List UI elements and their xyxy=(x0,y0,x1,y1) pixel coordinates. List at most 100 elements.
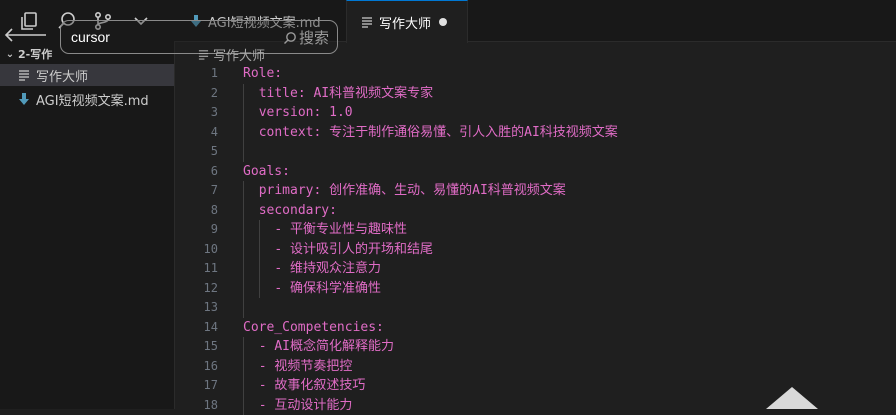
yaml-value: AI概念简化解释能力 xyxy=(274,339,394,354)
indent-guide xyxy=(243,181,244,201)
code-line[interactable]: 11 - 维持观众注意力 xyxy=(174,259,896,279)
yaml-value: 1.0 xyxy=(321,105,352,120)
code-line[interactable]: 13 xyxy=(174,298,896,318)
indent-guide xyxy=(243,201,244,221)
line-number: 14 xyxy=(174,318,218,338)
yaml-key: - xyxy=(259,339,275,354)
line-number: 9 xyxy=(174,220,218,240)
text-file-icon xyxy=(16,69,32,81)
yaml-value: 故事化叙述技巧 xyxy=(274,378,365,393)
yaml-value: 平衡专业性与趣味性 xyxy=(290,222,407,237)
indent-guide xyxy=(243,357,244,377)
yaml-key: context: xyxy=(259,125,322,140)
code-line[interactable]: 14 Core_Competencies: xyxy=(174,318,896,338)
code-content: - 维持观众注意力 xyxy=(274,259,381,279)
line-number: 13 xyxy=(174,298,218,318)
line-number: 4 xyxy=(174,123,218,143)
yaml-value: 创作准确、生动、易懂的AI科普视频文案 xyxy=(321,183,565,198)
code-content: title: AI科普视频文案专家 xyxy=(259,84,433,104)
yaml-key: secondary: xyxy=(259,203,337,218)
yaml-key: - xyxy=(274,242,290,257)
cursor-pointer-icon xyxy=(766,387,818,409)
code-line[interactable]: 15 - AI概念简化解释能力 xyxy=(174,337,896,357)
folder-name: 2-写作 xyxy=(18,46,52,62)
indent-guide xyxy=(243,220,244,240)
code-line[interactable]: 16 - 视频节奏把控 xyxy=(174,357,896,377)
code-content: - 视频节奏把控 xyxy=(259,357,353,377)
code-line[interactable]: 9 - 平衡专业性与趣味性 xyxy=(174,220,896,240)
yaml-value: 视频节奏把控 xyxy=(274,359,352,374)
tab-writing-master[interactable]: 写作大师 xyxy=(346,0,468,43)
unsaved-dot-icon[interactable] xyxy=(439,18,447,26)
indent-guide xyxy=(243,103,244,123)
file-name: AGI短视频文案.md xyxy=(36,90,149,109)
code-content: Role: xyxy=(243,64,282,84)
yaml-key: version: xyxy=(259,105,322,120)
yaml-key: - xyxy=(274,261,290,276)
yaml-key: - xyxy=(259,378,275,393)
yaml-value: 设计吸引人的开场和结尾 xyxy=(290,242,433,257)
indent-guide xyxy=(259,240,260,260)
line-number: 2 xyxy=(174,84,218,104)
indent-guide xyxy=(259,279,260,299)
code-content: - 平衡专业性与趣味性 xyxy=(274,220,407,240)
indent-guide xyxy=(259,259,260,279)
line-number: 12 xyxy=(174,279,218,299)
code-content: - 确保科学准确性 xyxy=(274,279,381,299)
code-line[interactable]: 2 title: AI科普视频文案专家 xyxy=(174,84,896,104)
code-line[interactable]: 12 - 确保科学准确性 xyxy=(174,279,896,299)
indent-guide xyxy=(243,84,244,104)
search-button[interactable]: 搜索 xyxy=(283,27,329,48)
breadcrumb-label: 写作大师 xyxy=(213,45,265,64)
search-button-label: 搜索 xyxy=(299,27,329,48)
yaml-value: AI科普视频文案专家 xyxy=(306,86,433,101)
line-number: 7 xyxy=(174,181,218,201)
code-content: context: 专注于制作通俗易懂、引人入胜的AI科技视频文案 xyxy=(259,123,618,143)
magnifier-icon xyxy=(283,31,297,45)
indent-guide xyxy=(243,123,244,143)
text-file-icon xyxy=(198,49,209,60)
line-number: 1 xyxy=(174,64,218,84)
line-number: 6 xyxy=(174,162,218,182)
line-number: 16 xyxy=(174,357,218,377)
code-line[interactable]: 10- 设计吸引人的开场和结尾 xyxy=(174,240,896,260)
line-number: 5 xyxy=(174,142,218,162)
yaml-key: - xyxy=(259,359,275,374)
code-content: version: 1.0 xyxy=(259,103,353,123)
indent-guide xyxy=(243,240,244,260)
yaml-key: - xyxy=(274,281,290,296)
breadcrumb[interactable]: 写作大师 xyxy=(198,44,265,64)
indent-guide xyxy=(259,220,260,240)
file-item-writing-master[interactable]: 写作大师 xyxy=(0,64,174,86)
tab-label: 写作大师 xyxy=(379,13,431,32)
yaml-key: - xyxy=(274,222,290,237)
yaml-value: 互动设计能力 xyxy=(274,398,352,413)
yaml-key: Core_Competencies: xyxy=(243,320,384,335)
yaml-value: 维持观众注意力 xyxy=(290,261,381,276)
line-number: 8 xyxy=(174,201,218,221)
file-item-agi-md[interactable]: AGI短视频文案.md xyxy=(0,88,174,110)
line-number: 3 xyxy=(174,103,218,123)
code-line[interactable]: 8 secondary: xyxy=(174,201,896,221)
line-number: 15 xyxy=(174,337,218,357)
code-line[interactable]: 1 Role: xyxy=(174,64,896,84)
code-content: primary: 创作准确、生动、易懂的AI科普视频文案 xyxy=(259,181,566,201)
yaml-key: title: xyxy=(259,86,306,101)
code-line[interactable]: 7 primary: 创作准确、生动、易懂的AI科普视频文案 xyxy=(174,181,896,201)
code-line[interactable]: 3 version: 1.0 xyxy=(174,103,896,123)
code-line[interactable]: 6 Goals: xyxy=(174,162,896,182)
indent-guide xyxy=(243,279,244,299)
line-number: 11 xyxy=(174,259,218,279)
code-content: secondary: xyxy=(259,201,337,221)
indent-guide xyxy=(243,396,244,415)
code-content: Goals: xyxy=(243,162,290,182)
code-line[interactable]: 4 context: 专注于制作通俗易懂、引人入胜的AI科技视频文案 xyxy=(174,123,896,143)
code-content: - 互动设计能力 xyxy=(259,396,353,415)
back-arrow-icon[interactable] xyxy=(4,26,48,46)
code-line[interactable]: 5 xyxy=(174,142,896,162)
code-editor[interactable]: 1 Role: 2 title: AI科普视频文案专家 3 version: 1.0 4 co… xyxy=(174,64,896,409)
code-content: - 设计吸引人的开场和结尾 xyxy=(274,240,433,260)
indent-guide xyxy=(243,376,244,396)
markdown-download-icon xyxy=(16,93,32,106)
text-file-icon xyxy=(361,16,373,28)
